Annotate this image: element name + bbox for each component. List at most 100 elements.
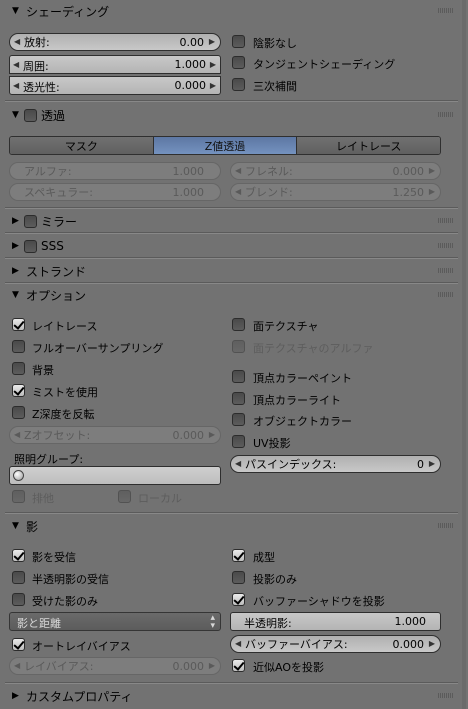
- collapsed-triangle-icon: ▶: [12, 216, 19, 226]
- left-arrow-icon[interactable]: ◀: [13, 81, 19, 90]
- specular-alpha-field[interactable]: スペキュラー: 1.000: [9, 183, 221, 201]
- sky-checkbox[interactable]: [12, 362, 25, 375]
- panel-title: SSS: [41, 239, 64, 253]
- ambient-field[interactable]: ◀ 周囲: 1.000 ▶: [9, 55, 221, 74]
- shadeless-checkbox[interactable]: [232, 35, 245, 48]
- vertex-color-paint-label: 頂点カラーペイント: [253, 372, 352, 385]
- use-mist-checkbox[interactable]: [12, 384, 25, 397]
- buffer-bias-field[interactable]: ◀ バッファーバイアス: 0.000 ▶: [230, 635, 441, 653]
- invert-z-checkbox[interactable]: [12, 406, 25, 419]
- receive-shadow-checkbox[interactable]: [12, 549, 25, 562]
- panel-title: ミラー: [41, 214, 78, 229]
- right-arrow-icon[interactable]: ▶: [429, 639, 435, 648]
- fresnel-field[interactable]: ◀ フレネル: 0.000 ▶: [230, 162, 441, 180]
- vertex-color-paint-checkbox[interactable]: [232, 370, 245, 383]
- right-arrow-icon[interactable]: ▶: [210, 81, 216, 90]
- left-arrow-icon[interactable]: ◀: [14, 430, 20, 439]
- alpha-field[interactable]: アルファ: 1.000: [9, 162, 221, 180]
- custom-properties-panel-header[interactable]: ▶ カスタムプロパティ: [0, 685, 458, 707]
- raytrace-checkbox[interactable]: [12, 318, 25, 331]
- mirror-enable-checkbox[interactable]: [24, 214, 37, 228]
- auto-ray-bias-checkbox[interactable]: [12, 638, 25, 651]
- left-arrow-icon[interactable]: ◀: [14, 37, 20, 46]
- panel-divider: [5, 257, 458, 259]
- cast-approximate-label: 近似AOを投影: [253, 661, 324, 674]
- right-arrow-icon[interactable]: ▶: [429, 166, 435, 175]
- object-color-checkbox[interactable]: [232, 413, 245, 426]
- tangent-shading-checkbox[interactable]: [232, 56, 245, 69]
- drag-grip-icon[interactable]: [438, 523, 454, 528]
- right-arrow-icon[interactable]: ▶: [429, 187, 435, 196]
- cast-approximate-checkbox[interactable]: [232, 659, 245, 672]
- sky-label: 背景: [32, 364, 54, 377]
- receive-transparent-checkbox[interactable]: [12, 571, 25, 584]
- face-texture-alpha-checkbox[interactable]: [232, 340, 245, 353]
- shadow-panel-header[interactable]: ▼ 影: [0, 515, 458, 537]
- face-texture-alpha-label: 面テクスチャのアルファ: [253, 342, 374, 355]
- strand-panel-header[interactable]: ▶ ストランド: [0, 260, 458, 282]
- tab-raytrace[interactable]: レイトレース: [297, 137, 440, 154]
- exclusive-label: 排他: [32, 492, 54, 505]
- left-arrow-icon[interactable]: ◀: [235, 187, 241, 196]
- drag-grip-icon[interactable]: [438, 8, 454, 13]
- shadows-only-checkbox[interactable]: [12, 593, 25, 606]
- pass-index-field[interactable]: ◀ パスインデックス: 0 ▶: [230, 455, 441, 473]
- use-mist-label: ミストを使用: [32, 386, 98, 399]
- ray-bias-field[interactable]: ◀ レイバイアス: 0.000 ▶: [9, 657, 221, 675]
- drag-grip-icon[interactable]: [438, 693, 454, 698]
- right-arrow-icon[interactable]: ▶: [209, 661, 215, 670]
- transparency-enable-checkbox[interactable]: [24, 108, 37, 122]
- raytrace-label: レイトレース: [32, 320, 98, 333]
- options-panel-header[interactable]: ▼ オプション: [0, 284, 458, 306]
- right-arrow-icon[interactable]: ▶: [209, 37, 215, 46]
- emit-field[interactable]: ◀ 放射: 0.00 ▶: [9, 33, 221, 51]
- shadow-translucency-field[interactable]: 半透明影: 1.000: [230, 612, 441, 631]
- cast-buffer-shadows-checkbox[interactable]: [232, 593, 245, 606]
- panel-title: ストランド: [26, 264, 87, 279]
- mirror-panel-header[interactable]: ▶ ミラー: [0, 210, 458, 232]
- right-arrow-icon[interactable]: ▶: [429, 459, 435, 468]
- left-arrow-icon[interactable]: ◀: [235, 166, 241, 175]
- cast-label: 成型: [253, 551, 275, 564]
- drag-grip-icon[interactable]: [438, 292, 454, 297]
- shading-panel-header[interactable]: ▼ シェーディング: [0, 0, 458, 22]
- left-arrow-icon[interactable]: ◀: [14, 661, 20, 670]
- panel-title: オプション: [26, 288, 87, 303]
- right-arrow-icon[interactable]: ▶: [210, 60, 216, 69]
- left-arrow-icon[interactable]: ◀: [235, 639, 241, 648]
- panel-divider: [5, 232, 458, 234]
- transparency-panel-header[interactable]: ▼ 透過: [0, 104, 458, 126]
- blend-field[interactable]: ◀ ブレンド: 1.250 ▶: [230, 183, 441, 201]
- full-oversampling-checkbox[interactable]: [12, 340, 25, 353]
- panel-title: 影: [26, 519, 39, 534]
- shadows-only-label: 受けた影のみ: [32, 595, 98, 608]
- tab-mask[interactable]: マスク: [10, 137, 154, 154]
- shadow-only-type-select[interactable]: 影と距離 ▴ ▾: [9, 612, 221, 631]
- tab-z-transparency[interactable]: Z値透過: [153, 137, 298, 154]
- uv-project-checkbox[interactable]: [232, 435, 245, 448]
- cast-checkbox[interactable]: [232, 549, 245, 562]
- drag-grip-icon[interactable]: [438, 243, 454, 248]
- receive-shadow-label: 影を受信: [32, 551, 76, 564]
- drag-grip-icon[interactable]: [438, 218, 454, 223]
- face-texture-checkbox[interactable]: [232, 318, 245, 331]
- left-arrow-icon[interactable]: ◀: [13, 60, 19, 69]
- right-arrow-icon[interactable]: ▶: [209, 430, 215, 439]
- translucency-field[interactable]: ◀ 透光性: 0.000 ▶: [9, 76, 221, 95]
- auto-ray-bias-label: オートレイバイアス: [32, 640, 131, 653]
- drag-grip-icon[interactable]: [438, 112, 454, 117]
- drag-grip-icon[interactable]: [438, 268, 454, 273]
- vertex-color-light-checkbox[interactable]: [232, 392, 245, 405]
- cubic-interpolation-checkbox[interactable]: [232, 78, 245, 91]
- sss-panel-header[interactable]: ▶ SSS: [0, 235, 458, 257]
- collapsed-triangle-icon: ▶: [12, 241, 19, 251]
- cast-only-checkbox[interactable]: [232, 571, 245, 584]
- local-checkbox[interactable]: [118, 490, 131, 503]
- sss-enable-checkbox[interactable]: [24, 239, 37, 253]
- z-offset-field[interactable]: ◀ Zオフセット: 0.000 ▶: [9, 426, 221, 444]
- panel-divider: [5, 682, 458, 684]
- exclusive-checkbox[interactable]: [12, 490, 25, 503]
- left-arrow-icon[interactable]: ◀: [235, 459, 241, 468]
- light-group-field[interactable]: [9, 466, 221, 485]
- scrollbar[interactable]: [462, 0, 466, 709]
